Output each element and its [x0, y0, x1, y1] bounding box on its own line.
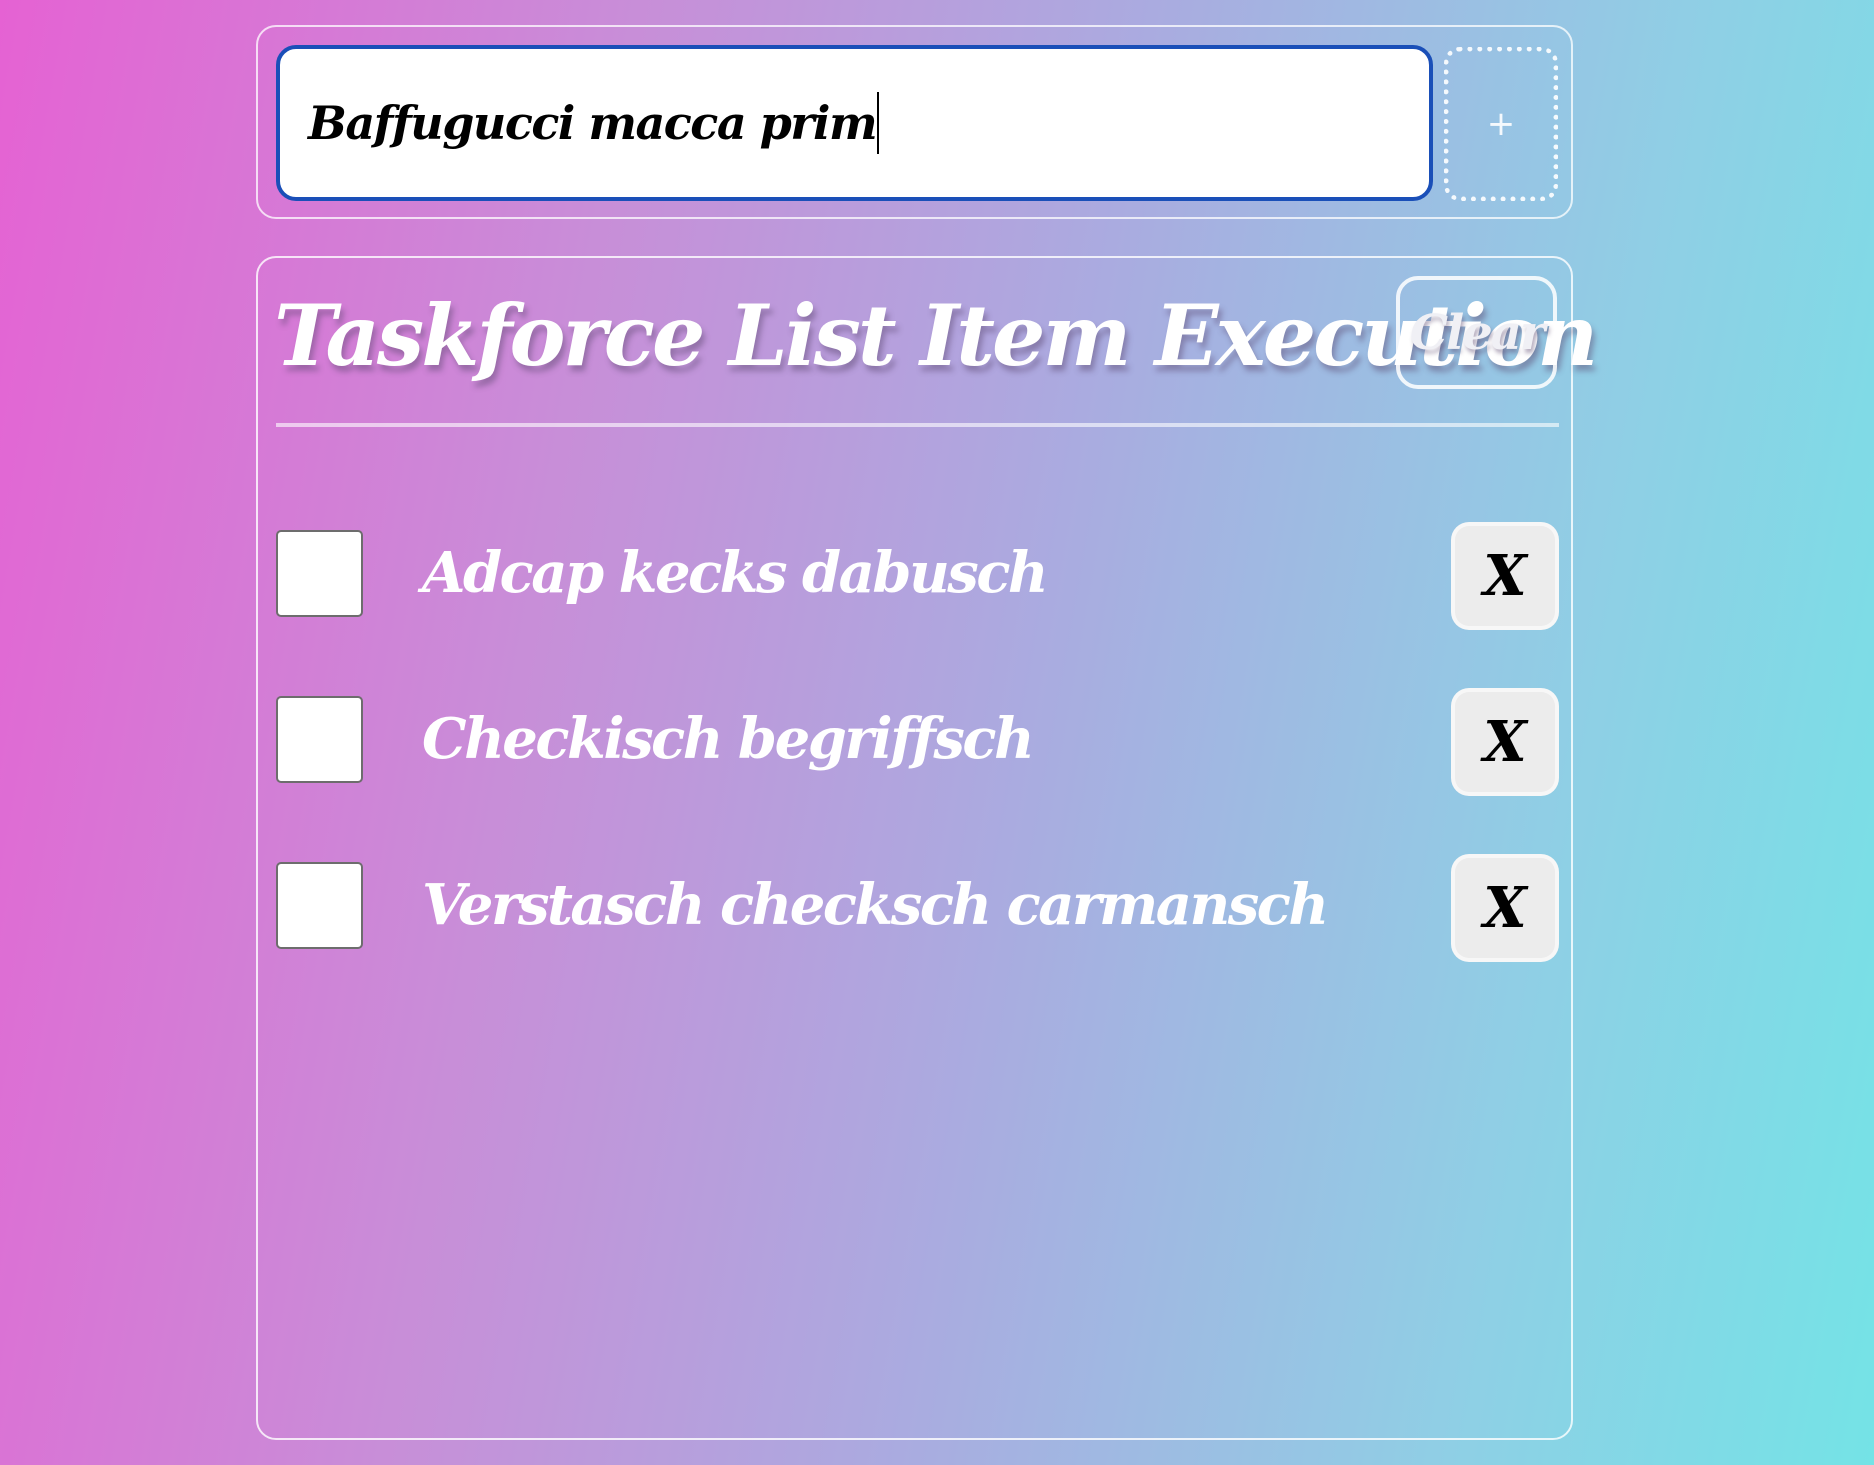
delete-task-button[interactable]: X	[1451, 688, 1559, 796]
task-label: Verstasch checksch carmansch	[422, 872, 1329, 938]
task-list: Adcap kecks dabusch X Checkisch begriffs…	[276, 522, 1559, 1021]
task-checkbox[interactable]	[276, 530, 363, 617]
task-label: Adcap kecks dabusch	[422, 540, 1049, 606]
task-input-value: Baffugucci macca prim	[308, 96, 878, 150]
task-list-panel: Taskforce List Item Execution Clear Adca…	[256, 256, 1598, 1440]
task-input[interactable]: Baffugucci macca prim	[276, 45, 1433, 201]
task-label: Checkisch begriffsch	[422, 706, 1035, 772]
clear-button[interactable]: Clear	[1396, 276, 1557, 389]
task-checkbox[interactable]	[276, 862, 363, 949]
task-item: Verstasch checksch carmansch X	[276, 854, 1559, 1021]
add-task-button[interactable]: +	[1444, 47, 1558, 201]
delete-x-icon: X	[1483, 543, 1527, 609]
plus-icon: +	[1486, 104, 1516, 144]
task-item: Adcap kecks dabusch X	[276, 522, 1559, 689]
new-task-panel: Baffugucci macca prim +	[256, 25, 1573, 219]
delete-task-button[interactable]: X	[1451, 522, 1559, 630]
task-item: Checkisch begriffsch X	[276, 688, 1559, 855]
delete-task-button[interactable]: X	[1451, 854, 1559, 962]
task-checkbox[interactable]	[276, 696, 363, 783]
divider	[276, 423, 1559, 427]
delete-x-icon: X	[1483, 709, 1527, 775]
delete-x-icon: X	[1483, 875, 1527, 941]
text-caret	[877, 92, 880, 154]
